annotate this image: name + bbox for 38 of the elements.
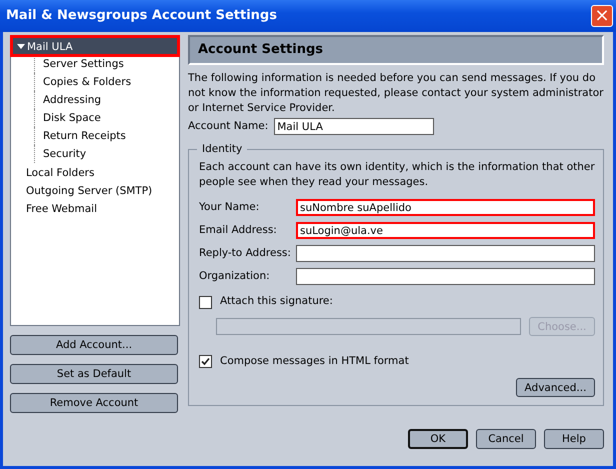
intro-text: The following information is needed before you can send messages. If you do not know the information requested, please contact your system administrator or Internet Service Provider. [188,71,604,116]
checkbox-label: Attach this signature: [220,294,333,310]
tree-item[interactable]: Free Webmail [12,199,178,217]
tree-item[interactable]: Mail ULA [12,37,178,55]
account-button[interactable]: Set as Default [10,364,178,384]
field-label: Email Address: [199,222,278,238]
tree-item[interactable]: Addressing [34,91,102,109]
field-label: Reply-to Address: [199,246,292,261]
close-button[interactable]: × [591,5,613,27]
text-field[interactable]: suLogin@ula.ve [296,222,595,239]
signature-file-field[interactable] [216,318,521,335]
panel-header: Account Settings [188,35,604,65]
text-field[interactable] [296,245,595,262]
tree-item[interactable]: Security [34,145,86,163]
window-title: Mail & Newsgroups Account Settings [6,7,278,26]
tree-item[interactable]: Copies & Folders [34,73,132,91]
dialog-button[interactable]: OK [408,429,468,449]
dialog-button[interactable]: Help [544,429,604,449]
tree-item[interactable]: Outgoing Server (SMTP) [12,181,178,199]
field-label: Account Name: [188,118,268,134]
tree-item[interactable]: Local Folders [12,163,178,181]
checkbox-label: Compose messages in HTML format [220,354,409,369]
field-label: Your Name: [199,200,260,215]
tree-item[interactable]: Server Settings [34,55,124,73]
checkbox[interactable] [199,355,212,368]
tree-item[interactable]: Return Receipts [34,127,126,145]
checkbox[interactable] [199,296,212,308]
text-field[interactable]: suNombre suApellido [296,199,595,216]
account-button[interactable]: Add Account... [10,335,178,355]
identity-text: Each account can have its own identity, which is the information that other people see when they read your messages. [199,160,595,190]
account-name-field[interactable]: Mail ULA [274,118,434,135]
expand-arrow-icon [17,44,25,50]
account-button[interactable]: Remove Account [10,393,178,413]
field-label: Organization: [199,268,271,284]
text-field[interactable] [296,268,595,285]
dialog-button[interactable]: Cancel [476,429,536,449]
tree-item[interactable]: Disk Space [34,109,101,127]
advanced-button[interactable]: Advanced... [516,378,595,397]
